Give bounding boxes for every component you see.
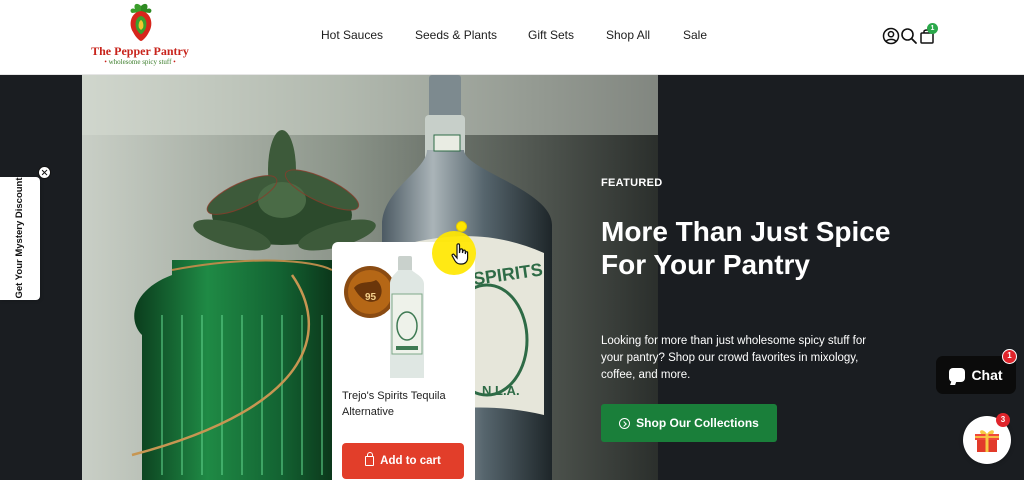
- cursor-dot: [456, 221, 467, 232]
- nav-seeds-plants[interactable]: Seeds & Plants: [415, 28, 497, 42]
- nav-sale[interactable]: Sale: [683, 28, 707, 42]
- page: The Pepper Pantry • wholesome spicy stuf…: [0, 0, 1024, 482]
- gift-icon: [975, 430, 999, 452]
- site-header: The Pepper Pantry • wholesome spicy stuf…: [0, 0, 1024, 75]
- shop-collections-label: Shop Our Collections: [636, 416, 759, 430]
- cart-count-badge: 1: [927, 23, 938, 34]
- nav-shop-all[interactable]: Shop All: [606, 28, 650, 42]
- add-to-cart-button[interactable]: Add to cart: [342, 443, 464, 479]
- featured-product-card[interactable]: 95 Trejo's Spirits Tequila Alternative A…: [332, 242, 475, 482]
- shop-collections-button[interactable]: Shop Our Collections: [601, 404, 777, 442]
- gift-count-badge: 3: [996, 413, 1010, 427]
- nav-hot-sauces[interactable]: Hot Sauces: [321, 28, 383, 42]
- mystery-discount-tab[interactable]: Get Your Mystery Discount: [0, 177, 40, 300]
- brand-name: The Pepper Pantry: [91, 44, 189, 58]
- hero-headline: More Than Just Spice For Your Pantry: [601, 216, 891, 280]
- hand-pointer-icon: [451, 243, 469, 265]
- hero-banner: SPIRITS N L.A. FEATURED More Than Just S…: [0, 75, 1024, 480]
- chat-unread-badge: 1: [1002, 349, 1017, 364]
- medal-score: 95: [365, 292, 377, 303]
- add-to-cart-label: Add to cart: [380, 455, 441, 467]
- product-name[interactable]: Trejo's Spirits Tequila Alternative: [342, 388, 470, 420]
- chat-label: Chat: [971, 367, 1003, 383]
- hero-description: Looking for more than just wholesome spi…: [601, 335, 867, 381]
- close-icon[interactable]: [38, 166, 51, 179]
- tagline-text: wholesome spicy stuff: [108, 58, 172, 66]
- arrow-circle-icon: [619, 417, 631, 429]
- tagline-bullet-right: •: [173, 58, 176, 66]
- main-nav: Hot Sauces Seeds & Plants Gift Sets Shop…: [0, 28, 1024, 46]
- nav-gift-sets[interactable]: Gift Sets: [528, 28, 574, 42]
- user-circle-icon[interactable]: [882, 27, 900, 45]
- chat-bubble-icon: [949, 368, 966, 382]
- bag-icon: [365, 452, 375, 466]
- tagline-bullet-left: •: [104, 58, 107, 66]
- hero-eyebrow: FEATURED: [601, 177, 663, 189]
- svg-text:N L.A.: N L.A.: [482, 383, 520, 398]
- mystery-discount-label: Get Your Mystery Discount: [14, 177, 25, 299]
- brand-tagline: • wholesome spicy stuff •: [88, 58, 192, 66]
- search-icon[interactable]: [900, 27, 918, 45]
